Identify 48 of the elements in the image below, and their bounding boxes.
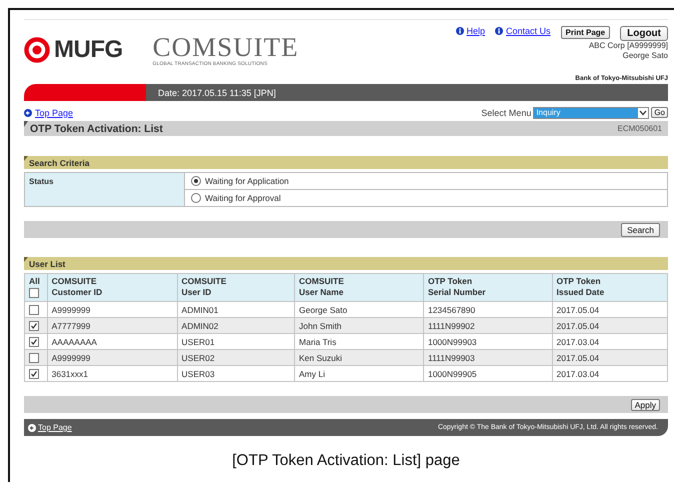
checkbox[interactable] <box>29 352 39 363</box>
checkbox[interactable] <box>29 304 39 315</box>
status-option[interactable]: Waiting for Approval <box>185 189 667 206</box>
logo-icon <box>24 37 50 63</box>
logout-button[interactable]: Logout <box>620 26 668 41</box>
arrow-icon <box>28 424 36 432</box>
apply-button[interactable]: Apply <box>630 398 660 410</box>
section-title: User List <box>29 258 66 268</box>
info-icon <box>495 27 504 35</box>
checkbox[interactable] <box>29 336 39 347</box>
top-page-link[interactable]: Top Page <box>35 108 74 118</box>
caret-icon <box>639 110 648 116</box>
checkbox[interactable] <box>29 288 39 298</box>
page-title: OTP Token Activation: List <box>30 122 163 134</box>
company-name: ABC Corp [A9999999] <box>588 41 668 51</box>
checkbox[interactable] <box>29 320 39 331</box>
select-label: Select Menu <box>481 108 532 118</box>
table-cell: 1000N99905 <box>423 366 552 382</box>
go-button[interactable]: Go <box>651 107 668 118</box>
search-button[interactable]: Search <box>621 222 660 236</box>
table-cell: USER03 <box>177 366 295 382</box>
user-name: George Sato <box>622 51 668 61</box>
header-link[interactable]: Contact Us <box>506 26 551 36</box>
section-title: Search Criteria <box>29 158 90 168</box>
column-header: OTP Token Serial Number <box>423 274 552 302</box>
radio-button[interactable] <box>191 176 201 186</box>
screen-id: ECM050601 <box>618 124 662 133</box>
status-option[interactable]: Waiting for Application <box>185 173 667 189</box>
table-cell: Amy Li <box>294 366 424 382</box>
print-button[interactable]: Print Page <box>560 26 610 39</box>
column-header: COMSUITE User ID <box>177 274 295 302</box>
field-label: Status <box>29 177 54 186</box>
table-cell: 2017.03.04 <box>552 366 668 382</box>
page-caption: [OTP Token Activation: List] page <box>231 452 461 470</box>
column-header: All <box>24 274 48 302</box>
date-text: Date: 2017.05.15 11:35 [JPN] <box>158 88 276 98</box>
top-page-link[interactable]: Top Page <box>38 423 72 432</box>
column-header: COMSUITE Customer ID <box>47 274 178 302</box>
info-icon <box>456 27 464 35</box>
checkbox[interactable] <box>29 368 39 379</box>
table-cell: 3631xxx1 <box>47 366 178 382</box>
radio-button[interactable] <box>191 193 201 203</box>
brand-name: COMSUITE <box>152 34 299 60</box>
column-header: COMSUITE User Name <box>294 274 424 302</box>
column-header: OTP Token Issued Date <box>552 274 668 302</box>
header-link[interactable]: Help <box>466 26 486 36</box>
arrow-icon <box>24 108 32 116</box>
logo-text: MUFG <box>54 36 123 64</box>
